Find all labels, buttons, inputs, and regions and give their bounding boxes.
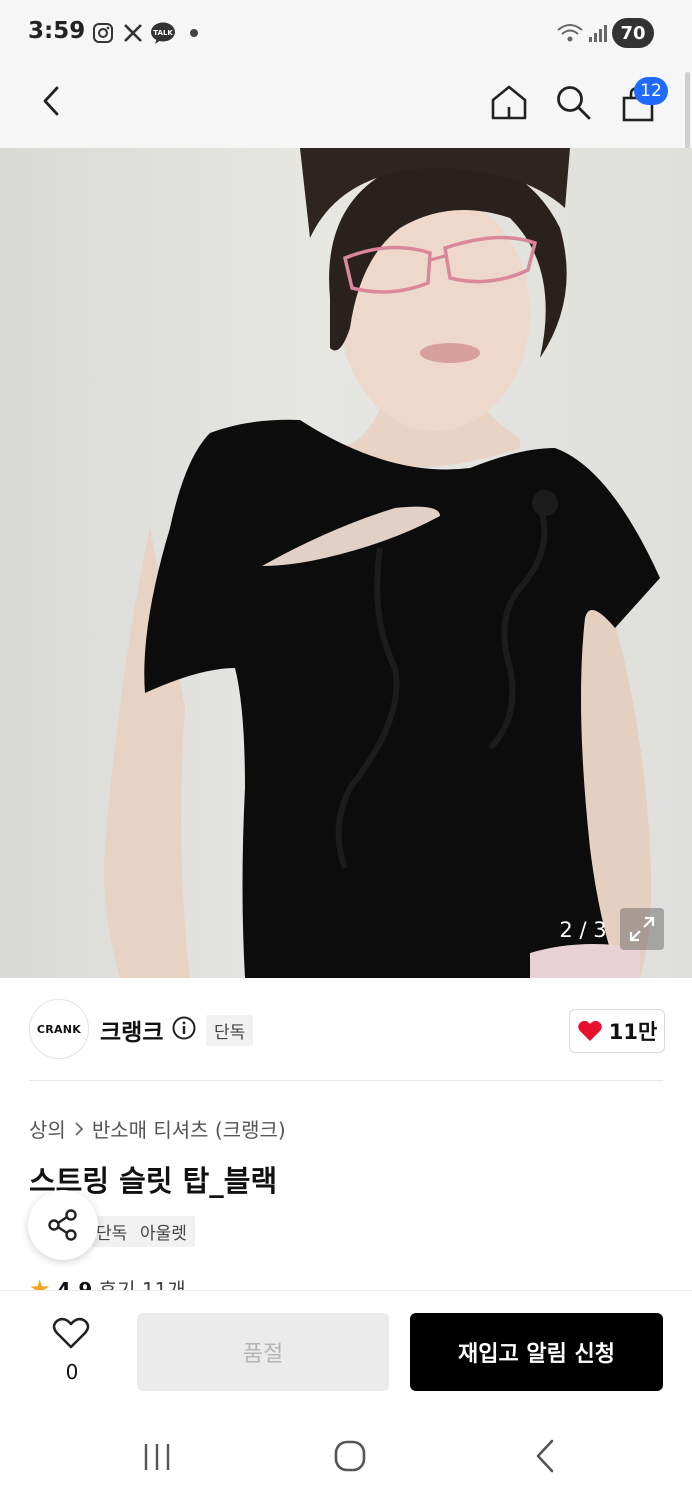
wishlist-count: 0 <box>65 1360 79 1384</box>
rating-value: 4.9 <box>56 1278 93 1290</box>
signal-icon <box>586 20 610 46</box>
product-tag-exclusive: 단독 <box>92 1216 136 1247</box>
search-button[interactable] <box>551 80 595 124</box>
product-image[interactable] <box>0 148 692 978</box>
chevron-right-icon <box>75 1121 84 1136</box>
breadcrumb: 상의 반소매 티셔츠 (크랭크) <box>29 1114 286 1143</box>
battery-indicator: 70 <box>612 18 654 48</box>
nav-home-button[interactable] <box>332 1438 368 1474</box>
recents-button[interactable] <box>140 1440 174 1474</box>
product-tag-outlet: 아울렛 <box>132 1216 195 1247</box>
model-photo <box>104 148 661 978</box>
nav-back-button[interactable] <box>528 1438 564 1474</box>
heart-outline-icon <box>52 1317 90 1349</box>
rating-row[interactable]: ★ 4.9 후기 11개 <box>29 1274 689 1290</box>
info-icon[interactable] <box>172 1016 196 1040</box>
breadcrumb-subcategory[interactable]: 반소매 티셔츠 (크랭크) <box>92 1114 286 1143</box>
expand-image-button[interactable] <box>620 908 664 950</box>
soldout-button[interactable]: 품절 <box>137 1313 389 1391</box>
image-counter: 2 / 3 <box>559 918 607 942</box>
wishlist-button[interactable] <box>52 1316 92 1354</box>
divider <box>29 1080 663 1081</box>
kakaotalk-icon: TALK <box>150 20 176 46</box>
wifi-icon <box>555 20 585 46</box>
kakaotalk-icon-label: TALK <box>153 29 173 37</box>
review-count: 후기 11개 <box>98 1278 186 1290</box>
expand-icon <box>629 916 655 942</box>
breadcrumb-category[interactable]: 상의 <box>29 1114 66 1143</box>
x-icon <box>120 20 146 46</box>
notification-dot-icon <box>190 29 198 37</box>
status-time: 3:59 <box>28 18 86 44</box>
brand-like-button[interactable]: 11만 <box>569 1009 665 1053</box>
brand-name[interactable]: 크랭크 <box>100 1013 163 1047</box>
search-icon <box>557 86 591 120</box>
restock-alert-button[interactable]: 재입고 알림 신청 <box>410 1313 663 1391</box>
back-button[interactable] <box>30 80 72 122</box>
share-button[interactable] <box>28 1190 98 1260</box>
home-icon <box>491 85 527 120</box>
cart-badge: 12 <box>634 77 668 105</box>
scrollbar[interactable] <box>685 72 690 152</box>
brand-like-count: 11만 <box>608 1020 658 1044</box>
back-icon <box>43 86 59 116</box>
instagram-icon <box>90 20 116 46</box>
nav-back-icon <box>536 1439 554 1473</box>
brand-exclusive-tag: 단독 <box>206 1015 254 1046</box>
share-icon <box>48 1209 77 1241</box>
brand-logo[interactable]: CRANK <box>29 999 89 1059</box>
recents-icon <box>144 1444 170 1470</box>
star-icon: ★ <box>29 1275 51 1290</box>
nav-home-icon <box>334 1440 366 1472</box>
home-button[interactable] <box>487 80 531 124</box>
heart-filled-icon <box>577 1020 602 1041</box>
